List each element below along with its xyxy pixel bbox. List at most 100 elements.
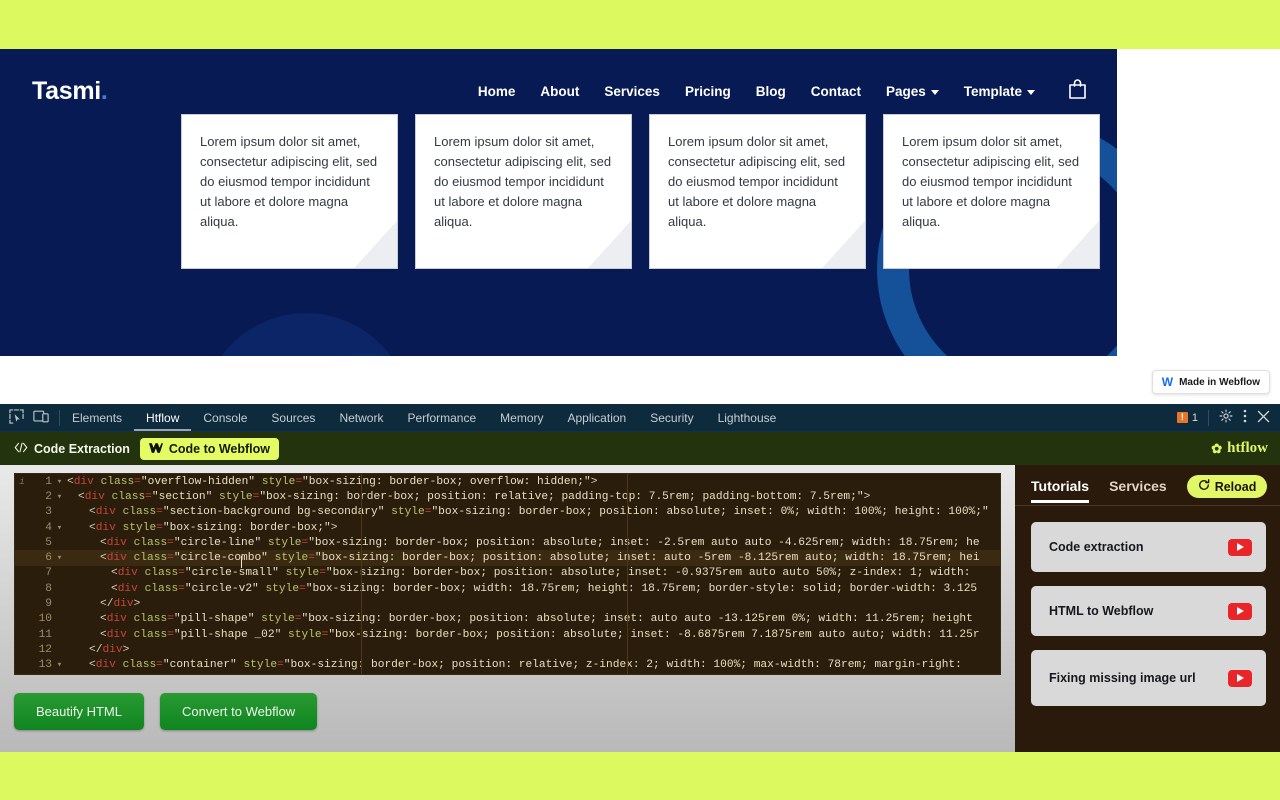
tutorial-item[interactable]: Code extraction [1031,522,1266,572]
tab-elements[interactable]: Elements [60,404,134,431]
code-to-webflow-button[interactable]: Code to Webflow [139,437,280,460]
code-line[interactable]: 6 ▾ <div class="circle-combo" style="box-s… [15,550,1000,566]
tab-label: Network [339,410,384,425]
panel-tab-tutorials[interactable]: Tutorials [1031,478,1089,503]
tab-console[interactable]: Console [191,404,259,431]
feature-card[interactable]: Lorem ipsum dolor sit amet, consectetur … [181,114,398,269]
fold-toggle-icon[interactable]: ▾ [55,477,64,487]
nav-link-pricing[interactable]: Pricing [685,84,731,99]
nav-link-blog[interactable]: Blog [756,84,786,99]
code-line[interactable]: 3 <div class="section-background bg-secon… [15,505,1000,520]
line-flag: i [19,476,25,487]
tab-performance[interactable]: Performance [395,404,488,431]
nav-link-template[interactable]: Template [964,84,1035,99]
code-line[interactable]: 13 ▾ <div class="container" style="box-siz… [15,658,1000,673]
code-line[interactable]: 2 ▾ <div class="section" style="box-sizing… [15,489,1000,504]
fold-toggle-icon[interactable]: ▾ [55,523,64,533]
code-text: <div class="pill-shape _02" style="box-s… [100,628,980,641]
nav-label: About [540,83,580,99]
indent-guide [361,474,362,674]
youtube-play-icon[interactable] [1228,602,1252,620]
chevron-down-icon [1027,89,1035,95]
tab-label: Lighthouse [717,410,777,425]
code-editor[interactable]: i 1 ▾ <div class="overflow-hidden" style="b… [14,473,1001,675]
youtube-play-icon[interactable] [1228,538,1252,556]
feature-card[interactable]: Lorem ipsum dolor sit amet, consectetur … [883,114,1100,269]
panel-tab-services[interactable]: Services [1109,478,1167,503]
code-brackets-icon [14,442,28,456]
card-text: Lorem ipsum dolor sit amet, consectetur … [668,134,846,229]
code-line[interactable]: 5 <div class="circle-line" style="box-siz… [15,535,1000,550]
nav-link-contact[interactable]: Contact [811,84,861,99]
site-logo-text: Tasmi [32,76,101,105]
tab-htflow[interactable]: Htflow [134,404,191,431]
settings-gear-icon[interactable] [1219,409,1233,426]
convert-to-webflow-button[interactable]: Convert to Webflow [159,693,318,730]
tab-memory[interactable]: Memory [488,404,555,431]
shopping-bag-icon[interactable] [1068,78,1087,105]
line-number: 1 [45,475,52,488]
feature-card[interactable]: Lorem ipsum dolor sit amet, consectetur … [649,114,866,269]
fold-toggle-icon[interactable]: ▾ [55,660,64,670]
nav-link-about[interactable]: About [540,84,579,99]
error-count-badge[interactable]: ! 1 [1176,412,1198,424]
tab-sources[interactable]: Sources [259,404,327,431]
device-toolbar-icon[interactable] [33,409,49,427]
text-caret [241,556,242,568]
code-line[interactable]: 10 <div class="pill-shape" style="box-siz… [15,612,1000,627]
toolbar-divider [1208,409,1209,426]
code-text: <div class="section-background bg-second… [89,506,989,519]
tab-application[interactable]: Application [556,404,639,431]
devtools-right-controls: ! 1 [1167,404,1280,431]
line-number: 8 [45,582,52,595]
nav-label: Template [963,83,1022,99]
site-logo[interactable]: Tasmi. [32,77,108,106]
inspect-element-icon[interactable] [9,408,24,427]
chevron-down-icon [930,89,939,95]
site-nav-links: Home About Services Pricing Blog Contact… [478,78,1087,105]
code-line[interactable]: 7 <div class="circle-small" style="box-si… [15,566,1000,581]
tab-security[interactable]: Security [638,404,705,431]
code-line[interactable]: 11 <div class="pill-shape _02" style="box… [15,627,1000,642]
line-number: 12 [38,643,52,656]
code-line[interactable]: i 1 ▾ <div class="overflow-hidden" style="b… [15,474,1000,489]
code-line[interactable]: 4 ▾ <div style="box-sizing: border-box;"> [15,520,1000,535]
screen-root: Tasmi. Home About Services Pricing Blog … [0,0,1280,800]
nav-link-services[interactable]: Services [604,84,660,99]
fold-toggle-icon[interactable]: ▾ [55,553,64,563]
tab-label: Console [203,410,248,425]
tab-network[interactable]: Network [327,404,395,431]
tutorial-title: Fixing missing image url [1049,670,1196,685]
website-hero: Tasmi. Home About Services Pricing Blog … [0,49,1117,356]
tutorial-item[interactable]: HTML to Webflow [1031,586,1266,636]
nav-label: Home [477,83,516,99]
code-line[interactable]: 9 </div> [15,596,1000,611]
code-extraction-button[interactable]: Code Extraction [14,442,130,456]
htflow-brand: ✿ htflow [1211,440,1268,457]
tutorial-item[interactable]: Fixing missing image url [1031,650,1266,706]
line-number: 7 [45,567,52,580]
code-text: <div class="circle-combo" style="box-siz… [100,552,980,565]
line-number: 6 [45,552,52,565]
htflow-logo-icon: ✿ [1211,440,1223,456]
nav-link-pages[interactable]: Pages [886,84,939,99]
nav-label: Blog [755,83,786,99]
nav-label: Contact [810,83,861,99]
tab-lighthouse[interactable]: Lighthouse [706,404,789,431]
devtools-left-icons [0,404,59,431]
htflow-body: i 1 ▾ <div class="overflow-hidden" style="b… [0,465,1280,752]
browser-viewport: Tasmi. Home About Services Pricing Blog … [0,49,1280,404]
more-options-icon[interactable] [1243,409,1247,426]
tab-label: Application [567,410,627,425]
made-in-webflow-badge[interactable]: W Made in Webflow [1151,370,1270,394]
nav-label: Pricing [684,83,731,99]
beautify-html-button[interactable]: Beautify HTML [14,693,144,730]
code-line[interactable]: 12 </div> [15,642,1000,657]
feature-card[interactable]: Lorem ipsum dolor sit amet, consectetur … [415,114,632,269]
close-icon[interactable] [1257,410,1270,426]
reload-button[interactable]: Reload [1186,475,1268,498]
fold-toggle-icon[interactable]: ▾ [55,492,64,502]
youtube-play-icon[interactable] [1228,669,1252,687]
nav-link-home[interactable]: Home [478,84,516,99]
code-line[interactable]: 8 <div class="circle-v2" style="box-sizin… [15,581,1000,596]
